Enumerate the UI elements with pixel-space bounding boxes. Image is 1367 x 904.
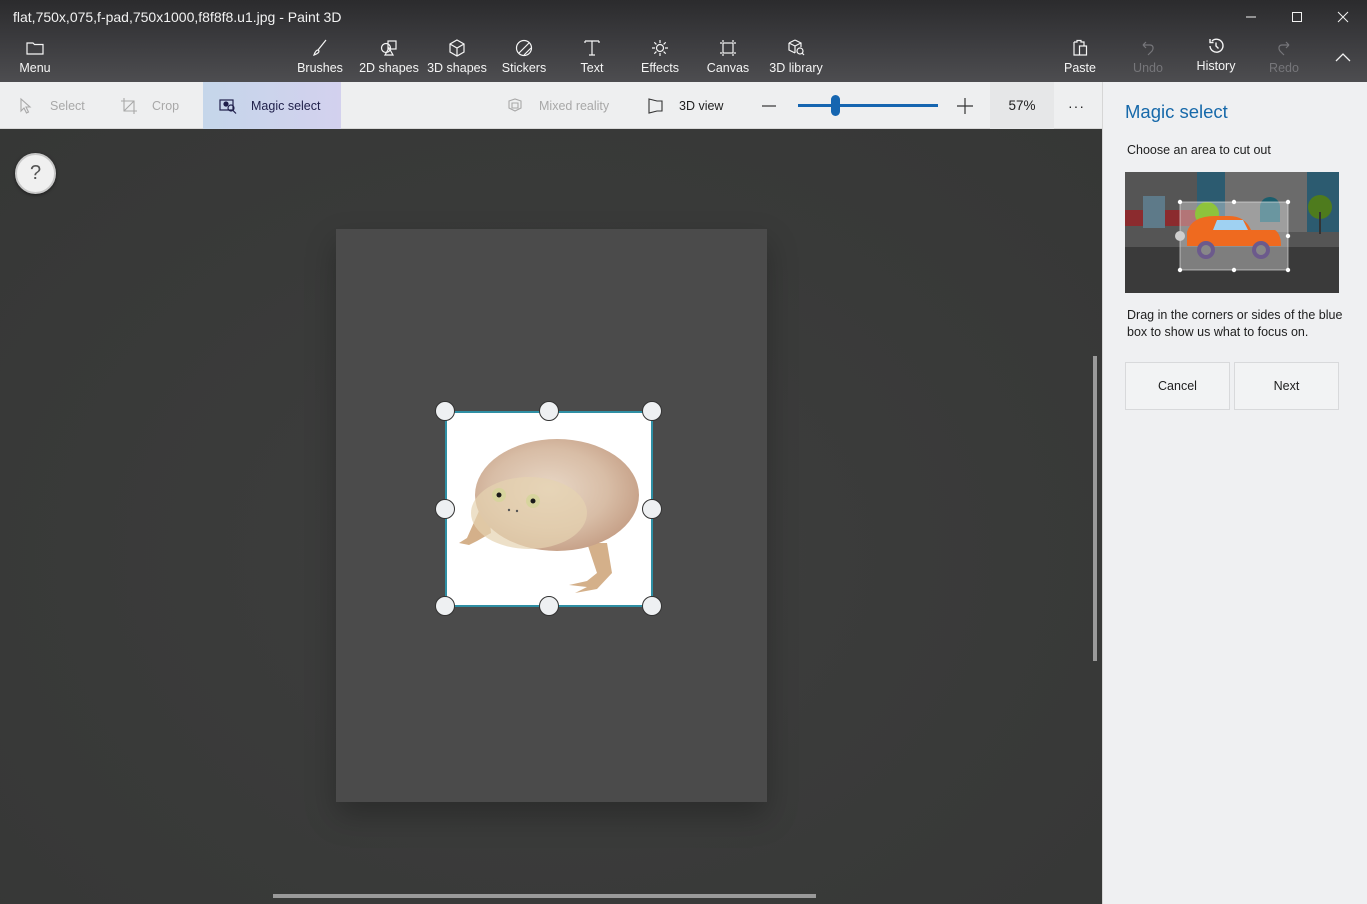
- tool-text[interactable]: Text: [572, 38, 612, 80]
- resize-handle-top[interactable]: [539, 401, 559, 421]
- tool-3d-shapes[interactable]: 3D shapes: [426, 38, 488, 80]
- minus-icon: [762, 104, 776, 107]
- resize-handle-right[interactable]: [642, 499, 662, 519]
- paste-label: Paste: [1064, 61, 1096, 75]
- menu-button[interactable]: Menu: [14, 38, 56, 80]
- 3d-view-icon: [648, 97, 663, 114]
- history-label: History: [1196, 59, 1236, 73]
- minimize-button[interactable]: [1228, 0, 1274, 34]
- magic-select-illustration: [1125, 172, 1339, 293]
- maximize-button[interactable]: [1274, 0, 1320, 34]
- 2d-shapes-icon: [380, 40, 397, 56]
- minimize-icon: [1246, 16, 1256, 18]
- magic-select-tool[interactable]: Magic select: [203, 82, 341, 129]
- magic-select-label: Magic select: [251, 98, 321, 113]
- tool-2d-shapes[interactable]: 2D shapes: [358, 38, 420, 80]
- tool-label: 2D shapes: [359, 61, 419, 75]
- tool-brushes[interactable]: Brushes: [296, 38, 344, 80]
- tool-3d-library[interactable]: 3D library: [766, 38, 826, 80]
- zoom-slider[interactable]: [798, 95, 938, 116]
- plus-icon: [957, 97, 973, 114]
- more-options-button[interactable]: ···: [1068, 82, 1085, 129]
- tool-label: 3D shapes: [427, 61, 487, 75]
- undo-icon: [1142, 41, 1154, 56]
- panel-subtitle: Choose an area to cut out: [1127, 143, 1271, 157]
- tool-label: Effects: [641, 61, 679, 75]
- tool-label: Stickers: [501, 61, 547, 75]
- chevron-up-icon: [1335, 53, 1351, 62]
- magic-select-panel: Magic select Choose an area to cut out D…: [1102, 82, 1367, 904]
- canvas-icon: [720, 40, 736, 56]
- tool-label: Canvas: [706, 61, 750, 75]
- resize-handle-bottom-right[interactable]: [642, 596, 662, 616]
- crop-tool[interactable]: Crop: [120, 82, 179, 129]
- zoom-out-button[interactable]: [760, 82, 792, 129]
- menu-label: Menu: [19, 61, 51, 75]
- folder-icon: [26, 42, 44, 55]
- tool-canvas[interactable]: Canvas: [706, 38, 750, 80]
- vertical-scrollbar[interactable]: [1093, 356, 1097, 661]
- resize-handle-bottom[interactable]: [539, 596, 559, 616]
- close-icon: [1337, 11, 1349, 23]
- select-tool[interactable]: Select: [18, 82, 85, 129]
- title-bar: flat,750x,075,f-pad,750x1000,f8f8f8.u1.j…: [0, 0, 1367, 82]
- brush-icon: [313, 39, 327, 56]
- sticker-icon: [515, 39, 533, 57]
- tool-label: Brushes: [297, 61, 343, 75]
- next-button[interactable]: Next: [1234, 362, 1339, 410]
- redo-icon: [1278, 41, 1290, 56]
- resize-handle-bottom-left[interactable]: [435, 596, 455, 616]
- history-icon: [1209, 38, 1224, 53]
- mixed-reality-button[interactable]: Mixed reality: [507, 82, 609, 129]
- paste-icon: [1073, 39, 1088, 56]
- panel-title: Magic select: [1125, 101, 1228, 122]
- mixed-reality-icon: [508, 97, 522, 112]
- select-label: Select: [50, 98, 85, 113]
- redo-button[interactable]: Redo: [1266, 38, 1302, 80]
- text-icon: [584, 40, 600, 56]
- window-title: flat,750x,075,f-pad,750x1000,f8f8f8.u1.j…: [13, 9, 342, 25]
- tool-stickers[interactable]: Stickers: [500, 38, 548, 80]
- cursor-icon: [20, 97, 32, 114]
- tool-label: 3D library: [769, 61, 823, 75]
- undo-label: Undo: [1133, 61, 1163, 75]
- history-button[interactable]: History: [1194, 36, 1238, 78]
- frog-image: [459, 439, 639, 593]
- tool-label: Text: [580, 61, 604, 75]
- 3d-library-icon: [788, 39, 805, 56]
- zoom-percent[interactable]: 57%: [990, 82, 1054, 129]
- close-button[interactable]: [1320, 0, 1366, 34]
- maximize-icon: [1292, 12, 1302, 22]
- paste-button[interactable]: Paste: [1062, 38, 1098, 80]
- crop-label: Crop: [152, 98, 180, 113]
- sun-icon: [652, 40, 668, 56]
- redo-label: Redo: [1269, 61, 1299, 75]
- cancel-button[interactable]: Cancel: [1125, 362, 1230, 410]
- help-button[interactable]: ?: [15, 153, 56, 194]
- panel-description: Drag in the corners or sides of the blue…: [1127, 308, 1343, 339]
- undo-button[interactable]: Undo: [1130, 38, 1166, 80]
- resize-handle-top-right[interactable]: [642, 401, 662, 421]
- resize-handle-top-left[interactable]: [435, 401, 455, 421]
- selection-box[interactable]: [445, 411, 653, 607]
- mixed-reality-label: Mixed reality: [539, 98, 610, 113]
- tool-effects[interactable]: Effects: [638, 38, 682, 80]
- 3d-view-button[interactable]: 3D view: [647, 82, 723, 129]
- sub-toolbar: Select Crop Magic select Mixed reality 3…: [0, 82, 1102, 129]
- horizontal-scrollbar[interactable]: [273, 894, 816, 898]
- magic-select-icon: [219, 98, 237, 114]
- resize-handle-left[interactable]: [435, 499, 455, 519]
- crop-icon: [121, 97, 137, 114]
- 3d-view-label: 3D view: [679, 98, 724, 113]
- cube-icon: [449, 39, 465, 57]
- collapse-toolbar-button[interactable]: [1320, 42, 1366, 72]
- zoom-in-button[interactable]: [956, 82, 988, 129]
- zoom-slider-thumb[interactable]: [831, 95, 841, 116]
